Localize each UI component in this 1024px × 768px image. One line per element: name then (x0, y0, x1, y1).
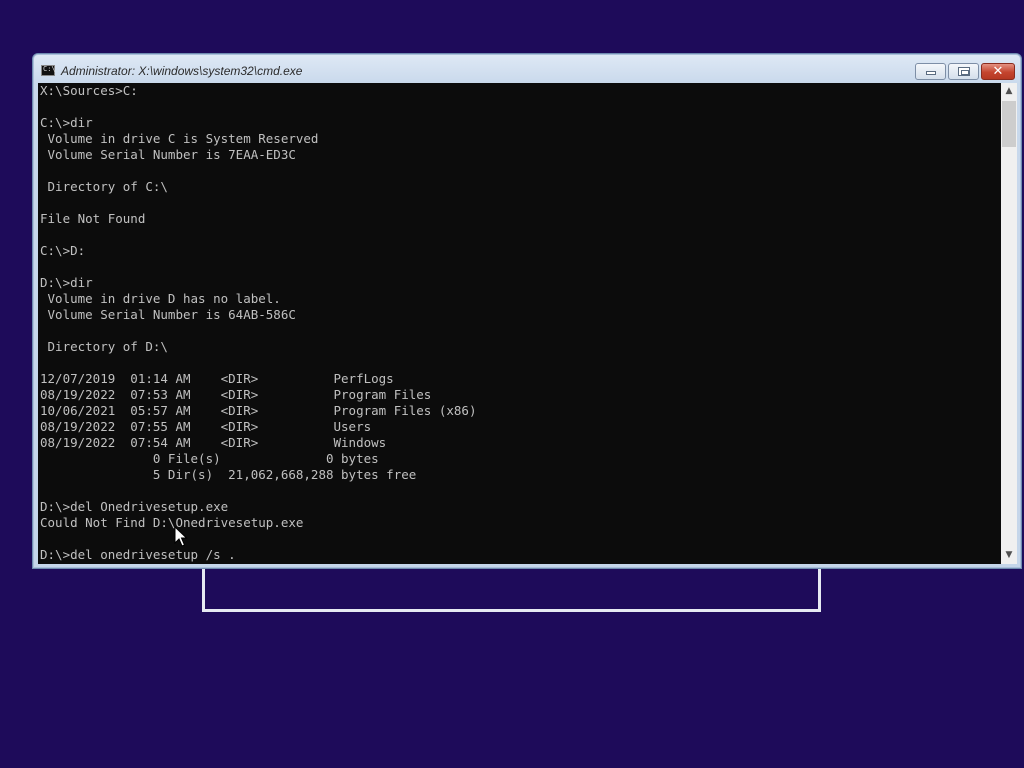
console-line: C:\>dir (40, 115, 93, 130)
maximize-button[interactable] (948, 63, 979, 80)
vertical-scrollbar[interactable]: ▲ ▼ (1001, 83, 1017, 564)
setup-dialog-frame (202, 565, 821, 612)
maximize-icon (958, 67, 970, 76)
console-line: 5 Dir(s) 21,062,668,288 bytes free (40, 467, 417, 482)
console-line: 08/19/2022 07:53 AM <DIR> Program Files (40, 387, 432, 402)
title-bar[interactable]: C:\ Administrator: X:\windows\system32\c… (33, 54, 1021, 84)
scroll-down-icon[interactable]: ▼ (1001, 547, 1017, 564)
minimize-icon (926, 71, 936, 75)
cmd-icon-glyph: C:\ (43, 65, 56, 73)
console-line: Volume in drive C is System Reserved (40, 131, 319, 146)
console-line: Volume in drive D has no label. (40, 291, 281, 306)
close-button[interactable]: ✕ (981, 63, 1015, 80)
cmd-app-icon[interactable]: C:\ (41, 65, 56, 76)
console-line: D:\>del Onedrivesetup.exe (40, 499, 229, 514)
mouse-pointer-icon (174, 525, 188, 547)
console-line: D:\>dir (40, 275, 93, 290)
console-line: Directory of D:\ (40, 339, 168, 354)
console-line: Volume Serial Number is 64AB-586C (40, 307, 296, 322)
cmd-window[interactable]: C:\ Administrator: X:\windows\system32\c… (32, 53, 1022, 569)
console-line: C:\>D: (40, 243, 86, 258)
console-line: 08/19/2022 07:54 AM <DIR> Windows (40, 435, 387, 450)
console-line: File Not Found (40, 211, 146, 226)
console-line: 10/06/2021 05:57 AM <DIR> Program Files … (40, 403, 477, 418)
console-line: X:\Sources>C: (40, 83, 138, 98)
console-line: Volume Serial Number is 7EAA-ED3C (40, 147, 296, 162)
minimize-button[interactable] (915, 63, 946, 80)
console-line: D:\>del onedrivesetup /s . (40, 547, 236, 562)
console-line: 12/07/2019 01:14 AM <DIR> PerfLogs (40, 371, 394, 386)
scroll-up-icon[interactable]: ▲ (1001, 83, 1017, 100)
console-text: X:\Sources>C: C:\>dir Volume in drive C … (38, 83, 1001, 563)
close-icon: ✕ (992, 64, 1004, 79)
console-line: Directory of C:\ (40, 179, 168, 194)
console-line: 0 File(s) 0 bytes (40, 451, 379, 466)
window-title: Administrator: X:\windows\system32\cmd.e… (61, 64, 303, 78)
console-line: 08/19/2022 07:55 AM <DIR> Users (40, 419, 372, 434)
scroll-thumb[interactable] (1002, 101, 1016, 147)
console-output[interactable]: X:\Sources>C: C:\>dir Volume in drive C … (38, 83, 1001, 564)
